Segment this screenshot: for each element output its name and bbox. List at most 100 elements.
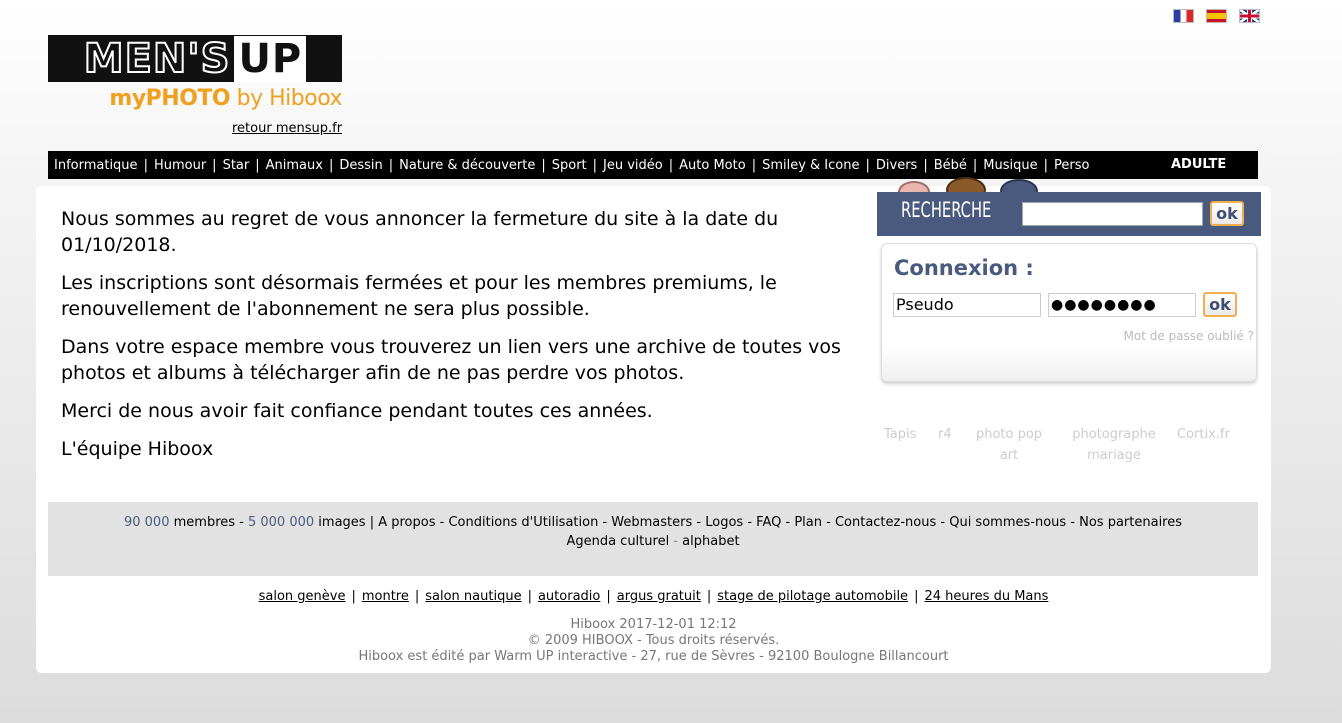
retour-mensup-link[interactable]: retour mensup.fr [232,121,342,136]
footer-link[interactable]: Webmasters [611,515,692,530]
logo-banner: MEN'S UP [48,35,342,82]
category-nav: Informatique | Humour | Star | Animaux | Dessin |… [48,151,1258,179]
footer-seo-link[interactable]: montre [362,589,409,604]
logo-subtitle: myPHOTO by Hiboox [48,85,342,113]
partner-links: Tapis r4 photo pop art photographe mariage… [875,424,1265,468]
partner-photographe-line1: photographe [1072,427,1156,442]
forgot-password-link[interactable]: Mot de passe oublié ? [1124,329,1255,343]
nav-separator: | [972,157,978,173]
agenda-culturel-link[interactable]: Agenda culturel [566,534,669,549]
footer-seo-link[interactable]: argus gratuit [617,589,701,604]
footer-separator: - [598,515,612,530]
nav-separator: | [923,157,928,173]
members-label: membres - [169,515,248,530]
footer-seo-link[interactable]: 24 heures du Mans [924,589,1048,604]
partner-r4-link[interactable]: r4 [938,424,952,445]
nav-item[interactable]: Smiley & Icone [762,158,859,173]
language-switcher [1173,9,1260,23]
footer-seo-link[interactable]: autoradio [538,589,600,604]
announcement-paragraph: Merci de nous avoir fait confiance penda… [61,400,653,422]
nav-item[interactable]: Divers [876,158,917,173]
footer-seo-separator: | [351,589,356,604]
footer-seo-link[interactable]: salon genève [259,589,346,604]
announcement-paragraph: L'équipe Hiboox [61,438,214,460]
search-input[interactable] [1022,202,1203,226]
nav-item[interactable]: Musique [983,158,1037,173]
announcement-paragraph: Nous sommes au regret de vous annoncer l… [61,208,779,256]
nav-separator: | [865,157,870,173]
partner-photographe-mariage-link[interactable]: photographe mariage [1071,424,1157,466]
search-ok-button[interactable]: ok [1210,201,1244,226]
nav-item[interactable]: Jeu vidéo [603,158,663,173]
nav-separator: | [751,157,757,173]
footer-timestamp: Hiboox 2017-12-01 12:12 [570,617,737,632]
footer-link[interactable]: Logos [705,515,743,530]
nav-item[interactable]: Perso [1054,158,1089,173]
login-title: Connexion : [894,256,1034,280]
footer-link[interactable]: Nos partenaires [1079,515,1182,530]
nav-separator: | [255,157,260,173]
partner-cortix-link[interactable]: Cortix.fr [1177,424,1230,445]
logo-sub-by: by Hiboox [230,86,343,111]
partner-tapis-link[interactable]: Tapis [884,424,916,445]
footer-editor: Hiboox est édité par Warm UP interactive… [358,649,949,664]
footer-link[interactable]: A propos [378,515,435,530]
nav-item[interactable]: Humour [154,158,206,173]
nav-item[interactable]: Sport [552,158,587,173]
footer-link[interactable]: Contactez-nous [835,515,936,530]
french-flag-icon[interactable] [1173,9,1194,23]
nav-separator: | [328,157,334,173]
nav-item[interactable]: Bébé [934,158,967,173]
nav-separator: | [1043,157,1048,173]
nav-separator: | [668,157,674,173]
uk-flag-icon[interactable] [1239,9,1260,23]
partner-photographe-line2: mariage [1087,448,1141,463]
password-field[interactable]: ●●●●●●●● [1048,293,1196,317]
footer-seo-separator: | [706,589,712,604]
footer-separator: - [692,515,706,530]
pseudo-field[interactable]: Pseudo [893,293,1041,317]
nav-item[interactable]: Nature & découverte [399,158,535,173]
nav-item[interactable]: Star [223,158,250,173]
alphabet-link[interactable]: alphabet [682,534,739,549]
footer-seo-separator: | [606,589,611,604]
footer-separator: - [781,515,795,530]
footer-seo-links: salon genève | montre | salon nautique | autor… [36,589,1271,604]
nav-separator: | [212,157,217,173]
footer-seo-separator: | [914,589,919,604]
footer-seo-separator: | [527,589,532,604]
footer-link[interactable]: FAQ [756,515,781,530]
footer-separator: - [936,515,950,530]
footer-seo-link[interactable]: salon nautique [425,589,521,604]
logo-brand: MEN'S UP [83,35,307,82]
footer-link[interactable]: Qui sommes-nous [949,515,1066,530]
footer-second-line: Agenda culturel - alphabet [566,534,740,549]
logo-sub-my: myPHOTO [109,86,231,111]
nav-item[interactable]: Dessin [339,158,382,173]
partner-photo-pop-art-link[interactable]: photo pop art [975,424,1043,466]
footer-link[interactable]: Plan [794,515,822,530]
logo-brand-left: MEN'S [83,35,231,82]
footer-separator: - [435,515,449,530]
login-ok-button[interactable]: ok [1203,292,1237,317]
announcement-paragraph: Les inscriptions sont désormais fermées … [61,272,777,320]
site-logo[interactable]: MEN'S UP myPHOTO by Hiboox [48,35,342,113]
footer-stats-line: 90 000 membres - 5 000 000 images | A pr… [48,515,1258,530]
images-count: 5 000 000 [247,515,315,530]
nav-item[interactable]: Auto Moto [679,158,746,173]
footer-link[interactable]: Conditions d'Utilisation [448,515,598,530]
nav-item[interactable]: Animaux [266,158,323,173]
images-label: images [314,515,366,530]
partner-photo-pop-line2: art [999,448,1019,463]
footer-seo-link[interactable]: stage de pilotage automobile [717,589,908,604]
nav-separator: | [388,157,394,173]
nav-item-adulte[interactable]: ADULTE [1171,157,1226,172]
nav-separator: | [541,157,546,173]
spanish-flag-icon[interactable] [1206,9,1227,23]
nav-item[interactable]: Informatique [54,158,138,173]
search-label: RECHERCHE [901,198,992,222]
footer-separator: | [365,515,379,530]
footer-separator: - [821,515,835,530]
footer-seo-separator: | [414,589,420,604]
category-nav-items: Informatique | Humour | Star | Animaux | Dessin |… [54,158,1089,173]
